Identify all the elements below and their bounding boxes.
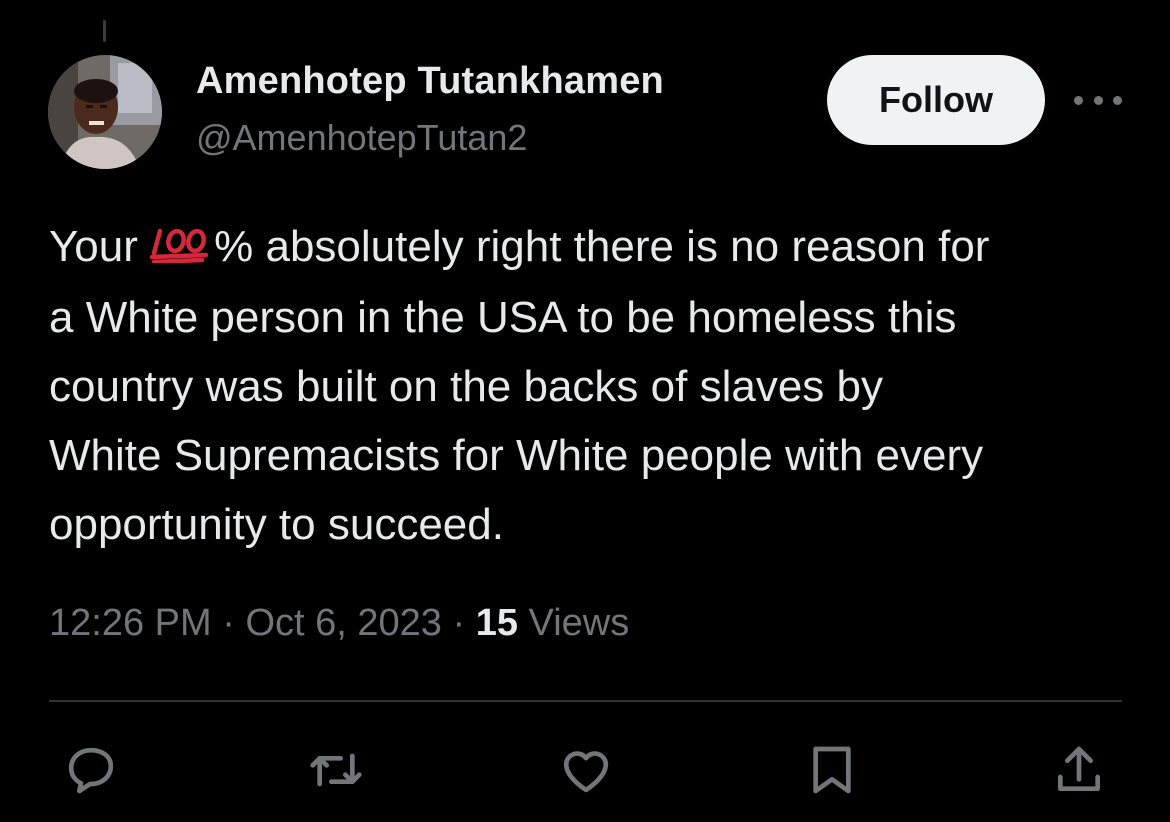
more-options-button[interactable] [1074,86,1122,114]
share-icon [1058,746,1100,791]
more-horizontal-icon [1113,95,1122,105]
more-horizontal-icon [1074,95,1083,105]
tweet-text-line: Your % absolutely right there is no reas… [49,212,1139,283]
tweet-text: Your % absolutely right there is no reas… [49,212,1139,559]
author-display-name[interactable]: Amenhotep Tutankhamen [196,60,664,103]
like-icon [563,751,609,793]
tweet-text-fragment: Your [49,222,138,271]
tweet-metadata: 12:26 PM · Oct 6, 2023 · 15 Views [49,602,629,645]
follow-button[interactable]: Follow [827,55,1045,145]
tweet-text-line: country was built on the backs of slaves… [49,362,883,411]
tweet-text-fragment: % absolutely right there is no reason fo… [214,222,990,271]
tweet-text-line: White Supremacists for White people with… [49,431,984,480]
views-count[interactable]: 15 [476,602,518,644]
avatar-photo [48,55,162,169]
bookmark-icon [813,746,851,794]
tweet-time[interactable]: 12:26 PM [49,602,212,644]
meta-separator: · [452,602,466,644]
bookmark-button[interactable] [802,740,862,800]
reply-icon [68,747,114,794]
reply-button[interactable] [61,740,121,800]
more-horizontal-icon [1093,95,1103,105]
tweet-text-line: a White person in the USA to be homeless… [49,293,957,342]
views-label[interactable]: Views [529,602,630,644]
divider [49,700,1122,702]
avatar[interactable] [48,55,162,169]
tweet-text-line: opportunity to succeed. [49,500,504,549]
like-button[interactable] [556,740,616,800]
author-handle[interactable]: @AmenhotepTutan2 [196,117,527,159]
retweet-icon [310,753,362,787]
hundred-points-emoji [149,214,210,283]
thread-connector-line [103,20,106,42]
retweet-button[interactable] [306,740,366,800]
meta-separator: · [222,602,235,644]
tweet-date[interactable]: Oct 6, 2023 [245,602,441,644]
share-button[interactable] [1049,740,1109,800]
